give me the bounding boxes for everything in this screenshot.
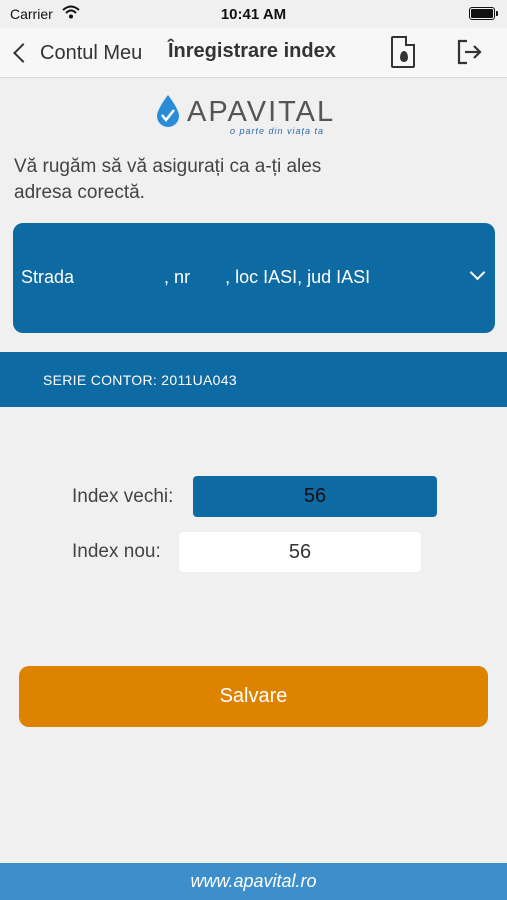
back-button-label: Contul Meu xyxy=(40,41,143,64)
logo-brand-text: APAVITAL xyxy=(187,96,336,128)
address-instruction: Vă rugăm să vă asigurați ca a-ți ales ad… xyxy=(14,156,322,203)
address-selected-value: Strada , nr , loc IASI, jud IASI xyxy=(21,267,371,287)
old-index-value: 56 xyxy=(193,476,437,517)
battery-icon xyxy=(469,7,498,20)
new-index-label: Index nou: xyxy=(72,541,161,562)
navigation-bar: Contul Meu Înregistrare index xyxy=(0,28,507,78)
chevron-down-icon xyxy=(469,264,486,281)
logout-icon[interactable] xyxy=(455,38,483,66)
address-dropdown[interactable]: Strada , nr , loc IASI, jud IASI xyxy=(13,223,495,333)
apavital-logo: APAVITAL o parte din viața ta xyxy=(155,92,355,138)
page-title: Înregistrare index xyxy=(168,40,336,62)
water-drop-logo-icon xyxy=(155,94,181,133)
status-bar: Carrier 10:41 AM xyxy=(0,0,507,28)
water-drop-icon xyxy=(400,51,408,62)
chevron-left-icon xyxy=(13,43,33,63)
footer-link[interactable]: www.apavital.ro xyxy=(0,863,507,900)
save-button[interactable]: Salvare xyxy=(19,666,488,727)
logo-tagline: o parte din viața ta xyxy=(230,126,325,136)
status-time: 10:41 AM xyxy=(220,6,287,23)
old-index-label: Index vechi: xyxy=(72,486,174,507)
document-drop-icon[interactable] xyxy=(391,36,415,68)
back-button[interactable]: Contul Meu xyxy=(10,38,142,68)
meter-serial: SERIE CONTOR: 2011UA043 xyxy=(43,372,237,388)
meter-info-bar: SERIE CONTOR: 2011UA043 xyxy=(0,352,507,407)
new-index-input[interactable] xyxy=(179,532,421,572)
